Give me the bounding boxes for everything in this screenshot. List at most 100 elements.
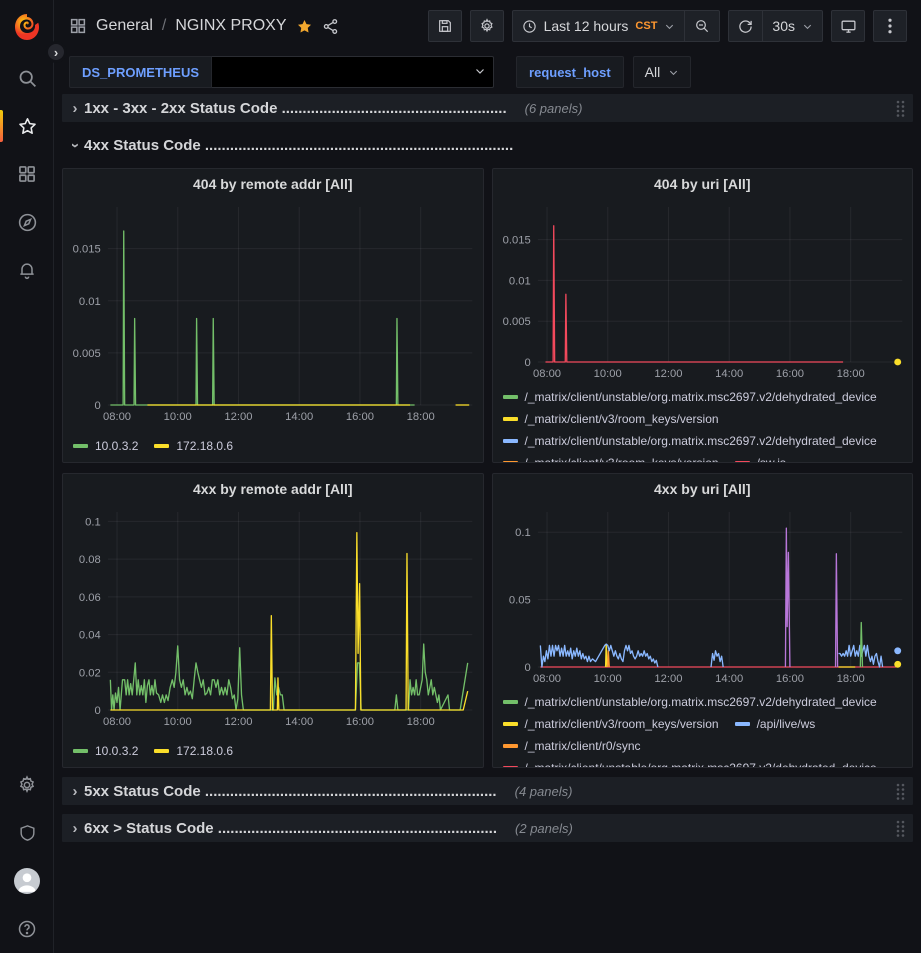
breadcrumb-folder[interactable]: General [96,17,153,35]
row-drag-handle-icon[interactable] [892,783,909,800]
row-4xx[interactable]: › 4xx Status Code ......................… [62,131,913,159]
svg-text:14:00: 14:00 [715,368,743,380]
dashboard-settings-button[interactable] [470,10,504,42]
refresh-icon [738,19,753,34]
chevron-down-icon [474,65,486,77]
zoom-out-time-button[interactable] [684,11,719,41]
svg-text:08:00: 08:00 [532,673,560,685]
panel-title[interactable]: 4xx by uri [All] [493,474,913,504]
variable-ds-label: DS_PROMETHEUS [69,56,212,88]
row-drag-handle-icon[interactable] [892,820,909,837]
legend-swatch-icon [503,439,518,443]
svg-text:08:00: 08:00 [103,411,131,423]
svg-text:0.01: 0.01 [508,276,530,288]
sidebar-item-configuration[interactable] [0,761,54,809]
refresh-button[interactable] [729,11,762,41]
svg-text:10:00: 10:00 [593,368,621,380]
row-1xx-3xx-2xx[interactable]: › 1xx - 3xx - 2xx Status Code ..........… [62,94,913,122]
sidebar-item-alerting[interactable] [0,246,54,294]
svg-text:18:00: 18:00 [836,673,864,685]
favorite-star-icon[interactable] [296,18,313,35]
more-options-button[interactable] [873,10,907,42]
svg-text:12:00: 12:00 [654,673,682,685]
svg-text:0.04: 0.04 [79,630,101,642]
svg-text:12:00: 12:00 [224,716,252,728]
svg-text:12:00: 12:00 [224,411,252,423]
variable-ds-value-dropdown[interactable] [212,56,494,88]
svg-text:0.015: 0.015 [73,244,101,256]
chart-4xx-by-remote-addr[interactable]: 00.020.040.060.080.108:0010:0012:0014:00… [63,504,483,732]
legend-item[interactable]: /sw.js [735,456,786,462]
sidebar-item-search[interactable] [0,54,54,102]
legend-swatch-icon [154,749,169,753]
legend-label: /_matrix/client/unstable/org.matrix.msc2… [525,390,877,404]
legend-item[interactable]: /api/live/ws [735,717,816,731]
legend-item[interactable]: /_matrix/client/v3/room_keys/version [503,412,719,426]
row-expand-caret-icon: › [66,137,84,154]
sidebar-item-help[interactable] [0,905,54,953]
legend-item[interactable]: /_matrix/client/r0/sync [503,739,641,753]
legend-swatch-icon [73,749,88,753]
legend-item[interactable]: /_matrix/client/unstable/org.matrix.msc2… [503,390,877,404]
legend-swatch-icon [503,722,518,726]
shield-icon [18,823,37,843]
time-range-picker[interactable]: Last 12 hours CST [513,11,685,41]
sidebar-item-profile[interactable] [0,857,54,905]
sidebar-item-dashboards[interactable] [0,150,54,198]
clock-icon [522,19,537,34]
legend-row: /_matrix/client/unstable/org.matrix.msc2… [503,430,903,452]
row-6xx[interactable]: › 6xx > Status Code ....................… [62,814,913,842]
chart-4xx-by-uri[interactable]: 00.050.108:0010:0012:0014:0016:0018:00 [493,504,913,689]
chart-404-by-uri[interactable]: 00.0050.010.01508:0010:0012:0014:0016:00… [493,199,913,384]
sidebar-item-explore[interactable] [0,198,54,246]
row-drag-handle-icon[interactable] [892,100,909,117]
save-icon [437,18,453,34]
legend-item[interactable]: 172.18.0.6 [154,439,233,453]
svg-text:0.08: 0.08 [79,554,101,566]
legend-item[interactable]: /_matrix/client/v3/room_keys/version [503,717,719,731]
chevron-down-icon [664,21,675,32]
panel-title[interactable]: 4xx by remote addr [All] [63,474,483,504]
variable-request-host-value-dropdown[interactable]: All [633,56,692,88]
share-icon[interactable] [322,18,339,35]
row-collapse-caret-icon: › [66,100,84,117]
legend-item[interactable]: 10.0.3.2 [73,744,138,758]
row-title: 4xx Status Code ........................… [84,137,513,154]
svg-text:18:00: 18:00 [407,716,435,728]
chevron-down-icon [802,21,813,32]
panel-title[interactable]: 404 by uri [All] [493,169,913,199]
legend-item[interactable]: 10.0.3.2 [73,439,138,453]
legend-item[interactable]: /_matrix/client/v3/room_keys/version [503,456,719,462]
bell-icon [17,260,37,280]
svg-text:08:00: 08:00 [532,368,560,380]
panel-title[interactable]: 404 by remote addr [All] [63,169,483,199]
legend-item[interactable]: 172.18.0.6 [154,744,233,758]
legend-item[interactable]: /_matrix/client/unstable/org.matrix.msc2… [503,761,877,767]
sidebar-expand-button[interactable]: › [45,41,67,63]
chart-legend: 10.0.3.2 172.18.0.6 [63,427,483,457]
chart-legend: 10.0.3.2 172.18.0.6 [63,732,483,762]
svg-text:16:00: 16:00 [346,411,374,423]
legend-label: /api/live/ws [757,717,816,731]
legend-item[interactable]: /_matrix/client/unstable/org.matrix.msc2… [503,434,877,448]
legend-label: /_matrix/client/unstable/org.matrix.msc2… [525,761,877,767]
chart-404-by-remote-addr[interactable]: 00.0050.010.01508:0010:0012:0014:0016:00… [63,199,483,427]
row-5xx[interactable]: › 5xx Status Code ......................… [62,777,913,805]
refresh-interval-label: 30s [772,18,795,34]
panel-404-by-uri: 404 by uri [All] 00.0050.010.01508:0010:… [492,168,914,463]
legend-label: /sw.js [757,456,786,462]
star-icon [17,116,38,137]
legend-swatch-icon [503,744,518,748]
kiosk-mode-button[interactable] [831,10,865,42]
svg-text:18:00: 18:00 [407,411,435,423]
legend-swatch-icon [503,461,518,462]
variables-bar: DS_PROMETHEUS request_host All [55,52,921,92]
legend-row: /_matrix/client/v3/room_keys/version/api… [503,713,903,735]
row-collapse-caret-icon: › [66,783,84,800]
sidebar-item-server-admin[interactable] [0,809,54,857]
legend-item[interactable]: /_matrix/client/unstable/org.matrix.msc2… [503,695,877,709]
save-dashboard-button[interactable] [428,10,462,42]
kebab-menu-icon [888,18,892,34]
refresh-interval-picker[interactable]: 30s [762,11,822,41]
sidebar-item-starred[interactable] [0,102,54,150]
